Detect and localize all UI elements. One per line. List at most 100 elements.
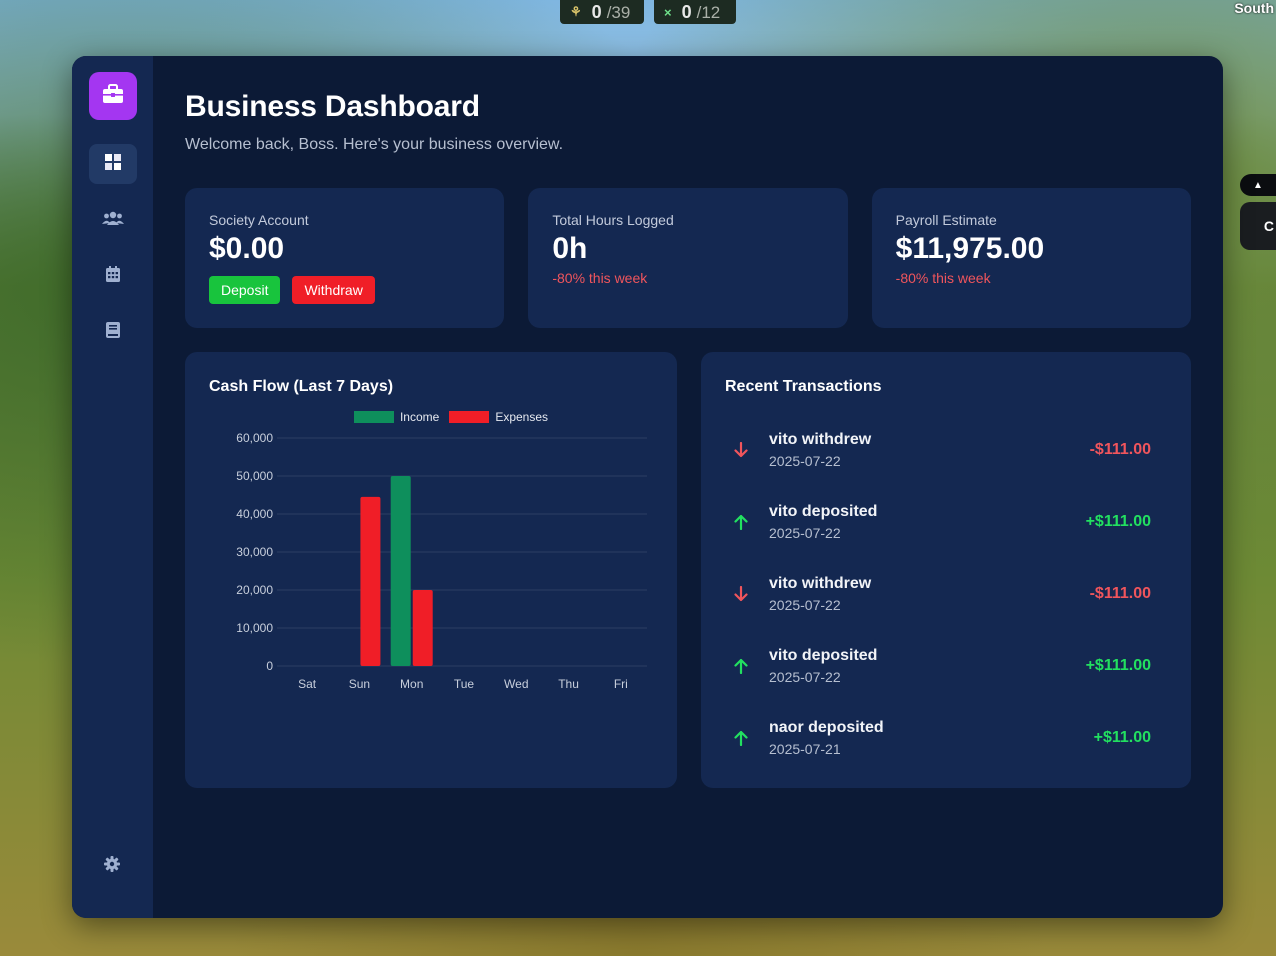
hours-logged-label: Total Hours Logged [552, 212, 674, 228]
legend-income-label: Income [399, 410, 440, 424]
transaction-text: naor deposited 2025-07-21 [769, 719, 1094, 757]
transaction-text: vito withdrew 2025-07-22 [769, 575, 1090, 613]
society-account-label: Society Account [209, 212, 309, 228]
transaction-amount: +$111.00 [1085, 513, 1151, 530]
transaction-date: 2025-07-22 [769, 453, 841, 469]
cash-flow-panel: Cash Flow (Last 7 Days) Income Expenses … [185, 352, 677, 788]
deposit-button[interactable]: Deposit [209, 276, 281, 304]
recent-transactions-title: Recent Transactions [725, 378, 882, 395]
transaction-date: 2025-07-21 [769, 741, 841, 757]
stats-row: Society Account $0.00 Deposit Withdraw T… [185, 188, 1191, 328]
hours-logged-card: Total Hours Logged 0h -80% this week [528, 188, 848, 328]
arrow-up-icon [731, 658, 751, 674]
x-tick-label: Mon [400, 677, 423, 691]
nav-employees[interactable] [89, 200, 137, 240]
users-icon [101, 210, 124, 231]
hud-counter-2-value: 0 [681, 1, 692, 22]
transaction-title: vito withdrew [769, 431, 872, 448]
legend-income-swatch [353, 411, 394, 423]
nav-records[interactable] [89, 312, 137, 352]
y-tick-label: 40,000 [236, 507, 273, 521]
legend-expenses-swatch [449, 411, 490, 423]
hud-counter-1-value: 0 [591, 1, 602, 22]
cash-flow-svg: 0 10,000 20,000 30,000 40,000 50,000 60,000 Sat… [236, 431, 647, 691]
hud-side-letter: C [1240, 202, 1276, 250]
transaction-row: naor deposited 2025-07-21 +$11.00 [725, 702, 1167, 774]
transaction-row: vito deposited 2025-07-22 +$111.00 [725, 486, 1167, 558]
transaction-amount: -$111.00 [1089, 585, 1151, 602]
hud-up-arrow-icon: ▲ [1240, 174, 1276, 196]
transaction-text: vito deposited 2025-07-22 [769, 503, 1086, 541]
legend-expenses[interactable]: Expenses [449, 410, 548, 424]
briefcase-icon [102, 83, 124, 109]
gear-icon [104, 855, 120, 877]
society-account-value: $0.00 [209, 232, 285, 265]
chart-legend: Income Expenses [249, 410, 653, 424]
transaction-row: vito withdrew 2025-07-22 -$111.00 [725, 558, 1167, 630]
app-logo [88, 72, 137, 120]
main-content: Business Dashboard Welcome back, Boss. H… [153, 56, 1223, 918]
transaction-amount: -$111.00 [1089, 441, 1151, 458]
book-icon [105, 321, 120, 343]
y-tick-label: 20,000 [236, 583, 273, 597]
mower-icon: ⚘ [570, 4, 582, 19]
hours-logged-change: -80% this week [552, 270, 648, 286]
nav-schedule[interactable] [89, 256, 137, 296]
transaction-date: 2025-07-22 [769, 597, 841, 613]
y-tick-label: 0 [266, 659, 273, 673]
x-tick-label: Sun [349, 677, 370, 691]
transaction-title: vito deposited [769, 647, 878, 664]
arrow-up-icon [731, 730, 751, 746]
expenses-bar [412, 590, 433, 666]
transaction-amount: +$11.00 [1093, 729, 1151, 746]
transaction-date: 2025-07-22 [769, 525, 841, 541]
transaction-title: vito deposited [769, 503, 878, 520]
payroll-estimate-card: Payroll Estimate $11,975.00 -80% this we… [871, 188, 1191, 328]
page-subtitle: Welcome back, Boss. Here's your business… [185, 136, 564, 153]
y-tick-label: 10,000 [236, 621, 273, 635]
transaction-amount: +$111.00 [1085, 657, 1151, 674]
payroll-estimate-label: Payroll Estimate [895, 212, 997, 228]
society-actions: Deposit Withdraw [209, 276, 480, 304]
payroll-estimate-value: $11,975.00 [895, 232, 1045, 265]
transaction-text: vito withdrew 2025-07-22 [769, 431, 1090, 469]
y-tick-label: 50,000 [236, 469, 273, 483]
cash-flow-title: Cash Flow (Last 7 Days) [209, 378, 394, 395]
expenses-bar [360, 496, 381, 666]
nav-settings[interactable] [88, 846, 136, 886]
hours-logged-value: 0h [552, 232, 588, 265]
withdraw-button[interactable]: Withdraw [292, 276, 375, 304]
page-title: Business Dashboard [185, 90, 480, 123]
x-tick-label: Tue [454, 677, 475, 691]
y-tick-label: 30,000 [236, 545, 273, 559]
y-tick-label: 60,000 [236, 431, 273, 445]
arrow-up-icon [731, 514, 751, 530]
x-tick-label: Wed [504, 677, 528, 691]
x-tick-label: Sat [298, 677, 317, 691]
hud-counter-2-total: /12 [696, 2, 721, 22]
transaction-title: vito withdrew [769, 575, 872, 592]
dashboard-icon [104, 153, 121, 175]
cross-icon: × [664, 4, 672, 20]
legend-income[interactable]: Income [353, 410, 440, 424]
calendar-icon [105, 265, 120, 287]
arrow-down-icon [731, 442, 751, 458]
transaction-text: vito deposited 2025-07-22 [769, 647, 1086, 685]
hud-counter-1: ⚘ 0 /39 [560, 0, 644, 24]
transaction-row: vito deposited 2025-07-22 +$111.00 [725, 630, 1167, 702]
sidebar [72, 56, 153, 918]
payroll-estimate-change: -80% this week [895, 270, 991, 286]
business-app-window: Business Dashboard Welcome back, Boss. H… [72, 56, 1223, 918]
income-bar [390, 476, 411, 666]
legend-expenses-label: Expenses [495, 410, 549, 424]
society-account-card: Society Account $0.00 Deposit Withdraw [185, 188, 505, 328]
panels-row: Cash Flow (Last 7 Days) Income Expenses … [185, 352, 1191, 788]
compass-direction: South [1234, 0, 1274, 16]
hud-counter-1-total: /39 [606, 2, 631, 22]
x-tick-label: Thu [558, 677, 579, 691]
nav-dashboard[interactable] [88, 144, 137, 184]
transaction-date: 2025-07-22 [769, 669, 841, 685]
transaction-row: vito withdrew 2025-07-22 -$111.00 [725, 414, 1167, 486]
transactions-list: vito withdrew 2025-07-22 -$111.00 vito d… [725, 414, 1167, 774]
recent-transactions-panel: Recent Transactions vito withdrew 2025-0… [701, 352, 1191, 788]
